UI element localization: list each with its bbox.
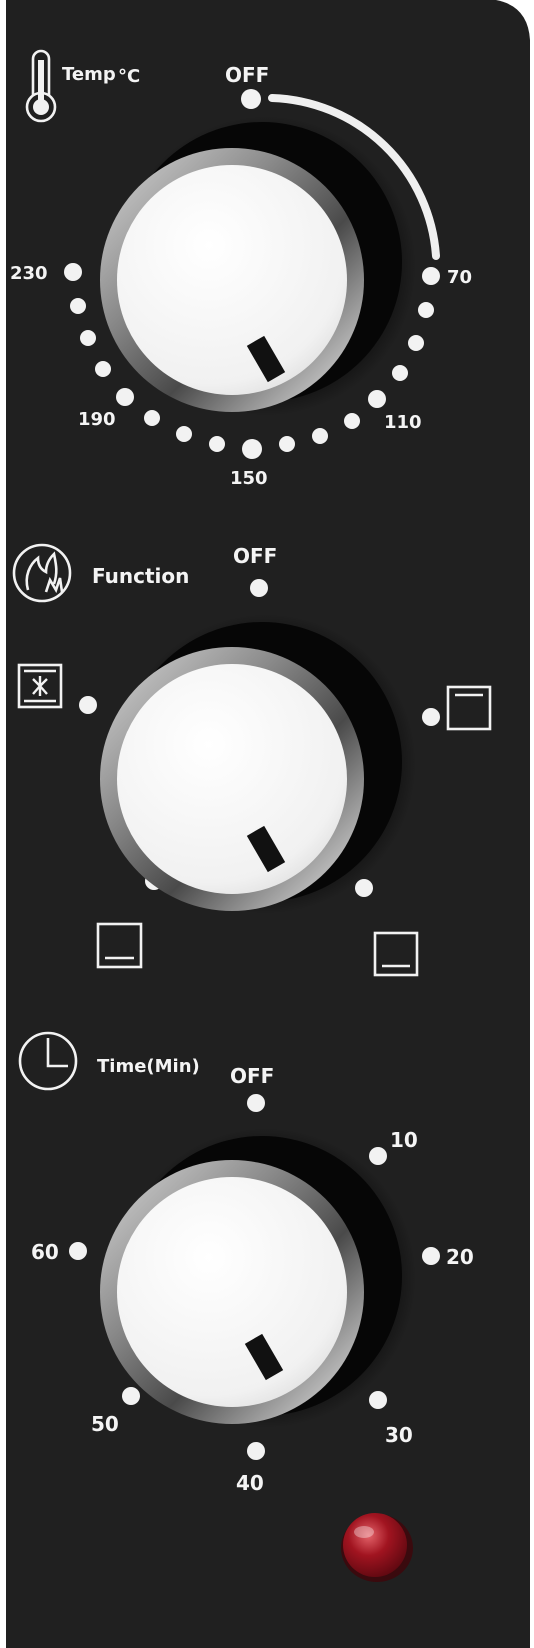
timer-label: Time(Min)	[97, 1056, 200, 1077]
timer-dot-40	[247, 1442, 265, 1460]
temp-dot	[80, 330, 96, 346]
timer-dot-60	[69, 1242, 87, 1260]
oven-control-panel: Temp °C OFF 230 190 150 110 70 Function …	[0, 0, 534, 1648]
function-off-label: OFF	[233, 544, 277, 568]
temp-dot	[144, 410, 160, 426]
temp-dot-230	[64, 263, 82, 281]
temp-label-150: 150	[230, 468, 268, 489]
temp-dot	[344, 413, 360, 429]
temp-dot-110	[368, 390, 386, 408]
timer-dot-30	[369, 1391, 387, 1409]
function-label: Function	[92, 564, 189, 588]
function-dot-off	[250, 579, 268, 597]
temp-dot-70	[422, 267, 440, 285]
timer-dot-off	[247, 1094, 265, 1112]
temp-dot	[392, 365, 408, 381]
temp-dot	[209, 436, 225, 452]
timer-label-60: 60	[31, 1240, 59, 1264]
temp-dot	[70, 298, 86, 314]
temp-dot-off	[241, 89, 261, 109]
function-dot-top-heat	[422, 708, 440, 726]
temp-dot-190	[116, 388, 134, 406]
timer-label-50: 50	[91, 1412, 119, 1436]
function-dot-convection	[79, 696, 97, 714]
temp-dot	[408, 335, 424, 351]
temp-off-label: OFF	[225, 63, 269, 87]
temp-dot	[176, 426, 192, 442]
temp-dot	[95, 361, 111, 377]
temp-dot-150	[242, 439, 262, 459]
timer-off-label: OFF	[230, 1064, 274, 1088]
temp-dot	[279, 436, 295, 452]
temp-label-70: 70	[447, 267, 472, 288]
temp-dot	[418, 302, 434, 318]
timer-label-20: 20	[446, 1245, 474, 1269]
timer-dot-50	[122, 1387, 140, 1405]
timer-dot-20	[422, 1247, 440, 1265]
temp-label-230: 230	[10, 263, 48, 284]
timer-label-30: 30	[385, 1423, 413, 1447]
temp-dot	[312, 428, 328, 444]
timer-dot-10	[369, 1147, 387, 1165]
temp-unit: °C	[118, 66, 140, 87]
temp-label: Temp	[62, 64, 116, 85]
temp-label-190: 190	[78, 409, 116, 430]
timer-label-10: 10	[390, 1128, 418, 1152]
temp-label-110: 110	[384, 412, 422, 433]
timer-label-40: 40	[236, 1471, 264, 1495]
